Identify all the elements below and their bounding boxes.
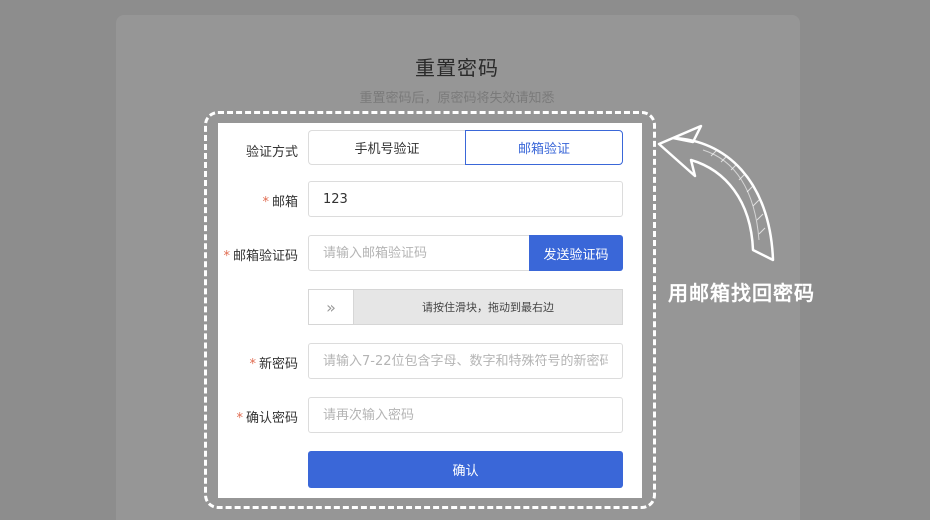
curved-arrow-icon xyxy=(657,124,775,262)
page-subtitle: 重置密码后，原密码将失效请知悉 xyxy=(359,91,555,106)
page-title: 重置密码 xyxy=(415,56,499,80)
highlight-frame xyxy=(204,111,656,509)
annotation-text: 用邮箱找回密码 xyxy=(668,281,815,305)
